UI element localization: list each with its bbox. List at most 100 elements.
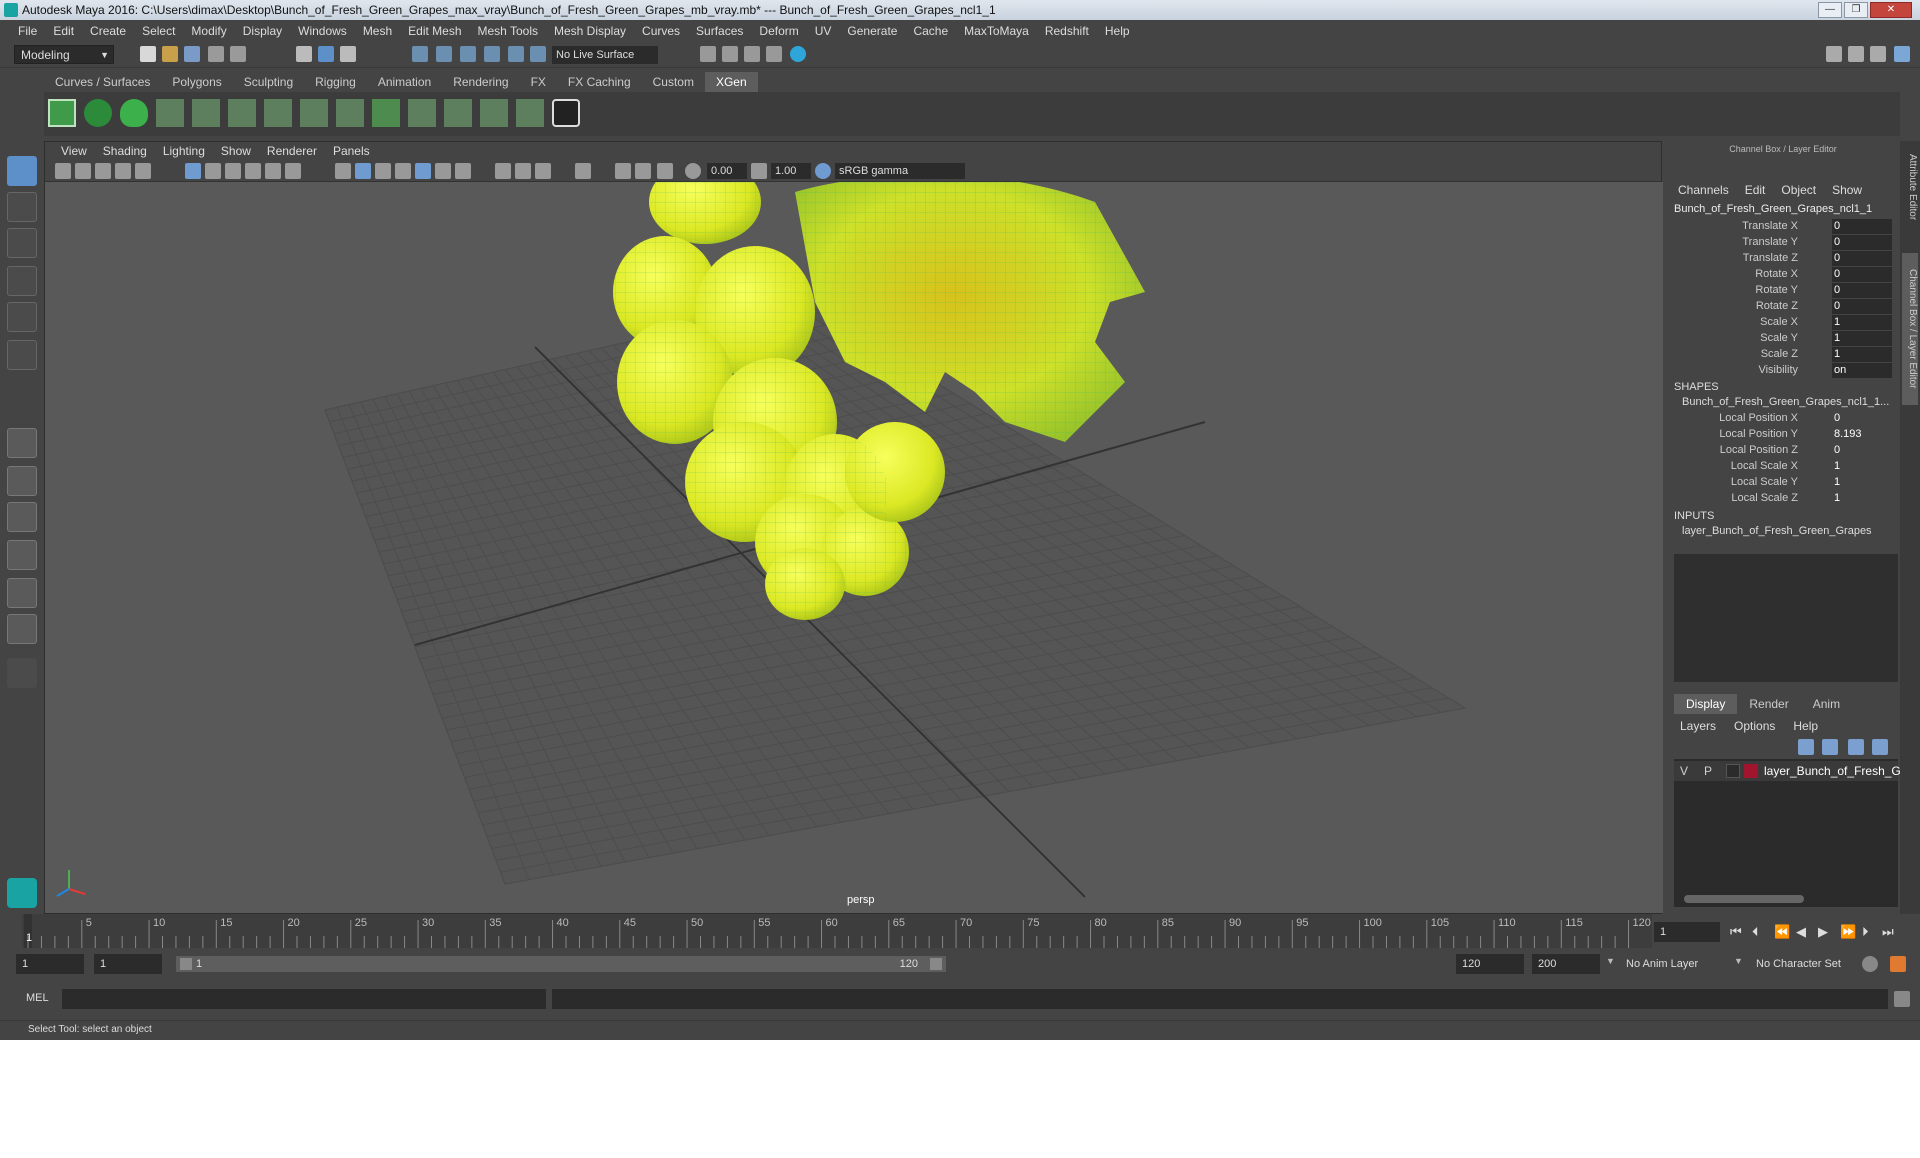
channel-row[interactable]: Translate X0 <box>1666 219 1896 235</box>
channel-row[interactable]: Scale Y1 <box>1666 331 1896 347</box>
single-view-icon[interactable] <box>7 428 37 458</box>
channel-row[interactable]: Rotate X0 <box>1666 267 1896 283</box>
layer-scrollbar[interactable] <box>1684 895 1804 903</box>
smooth-shade-icon[interactable] <box>355 163 371 179</box>
menu-file[interactable]: File <box>10 24 45 38</box>
side-tab-channel-box[interactable]: Channel Box / Layer Editor <box>1902 253 1918 405</box>
shelf-tab-polygons[interactable]: Polygons <box>161 72 232 92</box>
vp-menu-view[interactable]: View <box>53 142 95 160</box>
snap-view-icon[interactable] <box>484 46 500 62</box>
scale-tool-icon[interactable] <box>7 340 37 370</box>
shelf-tab-custom[interactable]: Custom <box>642 72 705 92</box>
shelf-tab-sculpting[interactable]: Sculpting <box>233 72 304 92</box>
new-scene-icon[interactable] <box>140 46 156 62</box>
save-scene-icon[interactable] <box>184 46 200 62</box>
menu-generate[interactable]: Generate <box>839 24 905 38</box>
xgen-length-icon[interactable] <box>264 99 292 127</box>
current-frame-field[interactable]: 1 <box>1654 922 1720 942</box>
frame-all-icon[interactable] <box>657 163 673 179</box>
shelf-tab-fx[interactable]: FX <box>520 72 557 92</box>
chevron-down-icon[interactable]: ▼ <box>1606 956 1615 966</box>
playback-end-field[interactable]: 120 <box>1456 954 1524 974</box>
mel-input[interactable] <box>62 989 546 1009</box>
resolution-gate-icon[interactable] <box>225 163 241 179</box>
menu-surfaces[interactable]: Surfaces <box>688 24 751 38</box>
undo-icon[interactable] <box>208 46 224 62</box>
move-layer-up-icon[interactable] <box>1798 739 1814 755</box>
menu-edit[interactable]: Edit <box>45 24 82 38</box>
cb-menu-edit[interactable]: Edit <box>1737 183 1774 197</box>
channel-box-toggle-icon[interactable] <box>1894 46 1910 62</box>
input-name[interactable]: layer_Bunch_of_Fresh_Green_Grapes <box>1682 525 1872 537</box>
tab-display[interactable]: Display <box>1674 694 1738 714</box>
go-to-start-icon[interactable]: ⏮ <box>1730 924 1742 940</box>
side-by-side-icon[interactable] <box>7 502 37 532</box>
menu-maxtomaya[interactable]: MaxToMaya <box>956 24 1037 38</box>
menu-create[interactable]: Create <box>82 24 134 38</box>
range-slider-start-handle[interactable] <box>180 958 192 970</box>
vp-menu-lighting[interactable]: Lighting <box>155 142 213 160</box>
film-gate-icon[interactable] <box>205 163 221 179</box>
channel-row[interactable]: Translate Z0 <box>1666 251 1896 267</box>
close-button[interactable]: ✕ <box>1870 2 1912 18</box>
shape-channel-row[interactable]: Local Scale Y1 <box>1666 475 1896 491</box>
time-slider[interactable]: 5 10 15 20 25 30 35 40 45 50 55 60 65 70 75 80 85 90 95 100… <box>22 914 1652 948</box>
maximize-button[interactable]: ❐ <box>1844 2 1868 18</box>
menu-cache[interactable]: Cache <box>905 24 956 38</box>
isolate-select-icon[interactable] <box>575 163 591 179</box>
menu-mesh-tools[interactable]: Mesh Tools <box>470 24 546 38</box>
xgen-noise-icon[interactable] <box>516 99 544 127</box>
lights-icon[interactable] <box>435 163 451 179</box>
outliner-icon[interactable] <box>7 614 37 644</box>
menu-mesh-display[interactable]: Mesh Display <box>546 24 634 38</box>
new-layer-selected-icon[interactable] <box>1872 739 1888 755</box>
auto-key-icon[interactable] <box>1862 956 1878 972</box>
menu-curves[interactable]: Curves <box>634 24 688 38</box>
anim-layer-dropdown[interactable]: No Anim Layer <box>1620 954 1740 974</box>
range-slider[interactable]: 1 120 <box>176 956 946 972</box>
lasso-tool-icon[interactable] <box>7 192 37 222</box>
menu-display[interactable]: Display <box>235 24 290 38</box>
channel-row[interactable]: Scale X1 <box>1666 315 1896 331</box>
shape-channel-row[interactable]: Local Position Y 8.193 <box>1666 427 1896 443</box>
safe-action-icon[interactable] <box>285 163 301 179</box>
xgen-description-icon[interactable] <box>120 99 148 127</box>
persp-graph-icon[interactable] <box>7 540 37 570</box>
rotate-tool-icon[interactable] <box>7 302 37 332</box>
menu-windows[interactable]: Windows <box>290 24 355 38</box>
hypershade-icon[interactable] <box>790 46 806 62</box>
channel-row[interactable]: Rotate Y0 <box>1666 283 1896 299</box>
motion-blur-icon[interactable] <box>515 163 531 179</box>
xgen-cut-icon[interactable] <box>480 99 508 127</box>
menu-deform[interactable]: Deform <box>751 24 806 38</box>
shelf-tab-rigging[interactable]: Rigging <box>304 72 367 92</box>
xray-icon[interactable] <box>415 163 431 179</box>
xray-joints-icon[interactable] <box>615 163 631 179</box>
tab-anim[interactable]: Anim <box>1801 694 1852 714</box>
shelf-tab-rendering[interactable]: Rendering <box>442 72 519 92</box>
grid-toggle-icon[interactable] <box>185 163 201 179</box>
render-settings-icon[interactable] <box>700 46 716 62</box>
channel-row[interactable]: Rotate Z0 <box>1666 299 1896 315</box>
layer-menu-options[interactable]: Options <box>1734 719 1783 733</box>
camera-select-icon[interactable] <box>55 163 71 179</box>
xgen-lock-icon[interactable] <box>300 99 328 127</box>
ssao-icon[interactable] <box>495 163 511 179</box>
render-frame-icon[interactable] <box>722 46 738 62</box>
vp-menu-renderer[interactable]: Renderer <box>259 142 325 160</box>
select-tool-icon[interactable] <box>7 156 37 186</box>
shelf-tab-curves-surfaces[interactable]: Curves / Surfaces <box>44 72 161 92</box>
panel-toggle-icon[interactable] <box>1870 46 1886 62</box>
snap-curve-icon[interactable] <box>436 46 452 62</box>
vp-menu-panels[interactable]: Panels <box>325 142 378 160</box>
menu-mesh[interactable]: Mesh <box>355 24 400 38</box>
make-live-icon[interactable] <box>530 46 546 62</box>
xgen-comb-icon[interactable] <box>444 99 472 127</box>
go-to-end-icon[interactable]: ⏭ <box>1882 924 1894 940</box>
layer-type-toggle[interactable] <box>1726 764 1740 778</box>
xgen-clump-icon[interactable] <box>408 99 436 127</box>
snap-grid-icon[interactable] <box>412 46 428 62</box>
menu-redshift[interactable]: Redshift <box>1037 24 1097 38</box>
layer-visibility-toggle[interactable]: V <box>1680 761 1688 781</box>
script-editor-icon[interactable] <box>1894 991 1910 1007</box>
